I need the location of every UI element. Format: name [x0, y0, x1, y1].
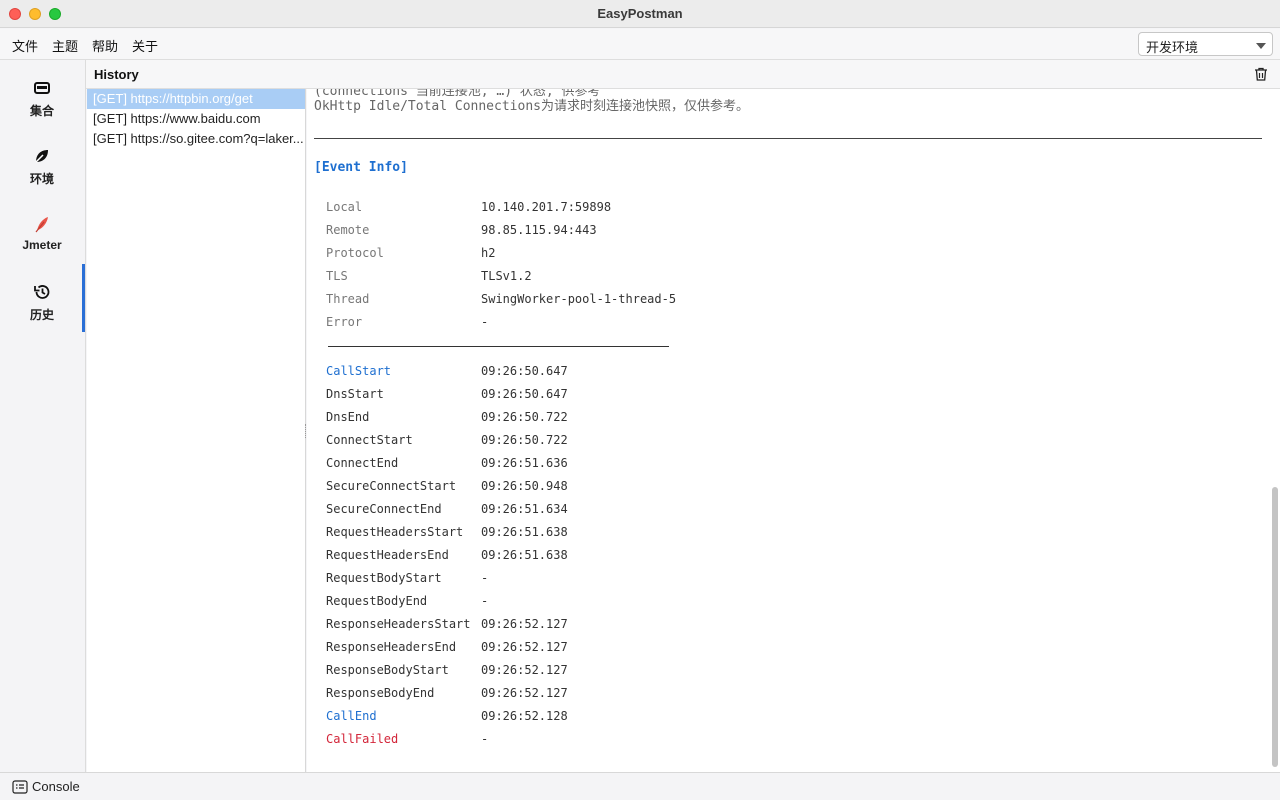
- info-row-value: h2: [481, 246, 496, 260]
- collection-icon: [34, 82, 50, 94]
- timing-row-label: RequestHeadersStart: [326, 525, 464, 539]
- sidebar-item-label: 集合: [29, 104, 54, 118]
- sidebar-item-jmeter[interactable]: Jmeter: [0, 204, 84, 266]
- list-item[interactable]: [GET] https://www.baidu.com: [87, 109, 305, 129]
- timing-row-value: 09:26:52.127: [481, 663, 568, 677]
- sidebar-item-collections[interactable]: 集合: [0, 68, 84, 130]
- timing-row-label: SecureConnectStart: [326, 479, 457, 493]
- timing-row-value: 09:26:52.128: [481, 709, 568, 723]
- sidebar-item-label: Jmeter: [22, 238, 62, 252]
- timing-row-label: SecureConnectEnd: [326, 502, 442, 516]
- info-row-value: 10.140.201.7:59898: [481, 200, 612, 214]
- timing-row-label: ResponseBodyStart: [326, 663, 449, 677]
- timing-row-label: RequestBodyStart: [326, 571, 442, 585]
- menu-help[interactable]: 帮助: [92, 36, 118, 55]
- history-header: History: [86, 60, 1280, 89]
- timing-row-label: ConnectStart: [326, 433, 413, 447]
- sidebar-item-label: 环境: [29, 172, 54, 186]
- info-row-label: Error: [326, 315, 363, 329]
- window-title: EasyPostman: [597, 6, 683, 21]
- list-item[interactable]: [GET] https://httpbin.org/get: [87, 89, 305, 109]
- info-row-value: -: [481, 315, 489, 329]
- timing-row-label: CallStart: [326, 364, 392, 378]
- timing-row-value: 09:26:50.948: [481, 479, 568, 493]
- timing-row-value: 09:26:52.127: [481, 640, 568, 654]
- info-row-label: Local: [326, 200, 363, 214]
- timing-row-label: DnsEnd: [326, 410, 370, 424]
- console-label: Console: [32, 779, 80, 794]
- sidebar-item-history[interactable]: 历史: [0, 272, 84, 334]
- info-row-label: TLS: [326, 269, 348, 283]
- timing-row-value: 09:26:50.722: [481, 433, 568, 447]
- timing-row-value: 09:26:51.638: [481, 525, 568, 539]
- leaf-icon: [35, 150, 48, 163]
- timing-row-value: 09:26:51.638: [481, 548, 568, 562]
- timing-row-value: 09:26:51.636: [481, 456, 568, 470]
- console-icon: [12, 780, 28, 794]
- timing-row-label: CallFailed: [326, 732, 399, 746]
- menu-file[interactable]: 文件: [12, 36, 38, 55]
- info-row-label: Protocol: [326, 246, 384, 260]
- timing-row-label: RequestBodyEnd: [326, 594, 428, 608]
- timing-row-value: -: [481, 571, 489, 585]
- timing-row-label: ResponseHeadersStart: [326, 617, 471, 631]
- timing-row-label: DnsStart: [326, 387, 384, 401]
- environment-select-value: 开发环境: [1146, 40, 1199, 55]
- timing-row-value: -: [481, 594, 489, 608]
- timing-row-value: -: [481, 732, 489, 746]
- info-row-value: TLSv1.2: [481, 269, 532, 283]
- section-title: [Event Info]: [314, 160, 408, 175]
- menu-about[interactable]: 关于: [132, 36, 158, 55]
- feather-icon: [35, 217, 48, 233]
- note-text: OkHttp Idle/Total Connections为请求时刻连接池快照，…: [314, 99, 749, 114]
- chevron-down-icon: [1256, 43, 1266, 49]
- menu-bar: 文件 主题 帮助 关于 开发环境: [0, 29, 1280, 60]
- timing-row-label: ResponseBodyEnd: [326, 686, 435, 700]
- list-item[interactable]: [GET] https://so.gitee.com?q=laker...: [87, 129, 305, 149]
- timing-row-value: 09:26:50.647: [481, 364, 568, 378]
- timing-row-value: 09:26:51.634: [481, 502, 568, 516]
- page-title: History: [94, 67, 139, 82]
- environment-select[interactable]: 开发环境: [1138, 32, 1273, 56]
- trash-icon[interactable]: [1253, 66, 1269, 82]
- timing-row-label: ConnectEnd: [326, 456, 399, 470]
- sidebar-item-environments[interactable]: 环境: [0, 136, 84, 198]
- timing-row-value: 09:26:52.127: [481, 686, 568, 700]
- sidebar: 集合 环境 Jmeter 历史: [0, 60, 86, 772]
- active-indicator: [82, 264, 85, 332]
- timing-row-label: ResponseHeadersEnd: [326, 640, 457, 654]
- scrollbar[interactable]: [1272, 487, 1278, 767]
- menu-theme[interactable]: 主题: [52, 36, 78, 55]
- history-icon: [34, 285, 50, 299]
- timing-row-label: CallEnd: [326, 709, 377, 723]
- timing-row-value: 09:26:50.722: [481, 410, 568, 424]
- info-row-value: 98.85.115.94:443: [481, 223, 597, 237]
- sidebar-item-label: 历史: [29, 308, 54, 322]
- title-bar: EasyPostman: [0, 0, 1280, 28]
- console-button[interactable]: Console: [12, 779, 80, 794]
- divider: [314, 138, 1262, 139]
- info-row-label: Thread: [326, 292, 370, 306]
- divider: [328, 346, 669, 347]
- status-bar: Console: [0, 772, 1280, 800]
- timing-row-value: 09:26:52.127: [481, 617, 568, 631]
- info-row-value: SwingWorker-pool-1-thread-5: [481, 292, 677, 306]
- history-list: [GET] https://httpbin.org/get [GET] http…: [87, 89, 306, 772]
- timing-row-label: RequestHeadersEnd: [326, 548, 449, 562]
- event-info-panel: (connections 当前连接池, …) 状态, 供参考 OkHttp Id…: [307, 89, 1280, 772]
- timing-row-value: 09:26:50.647: [481, 387, 568, 401]
- info-row-label: Remote: [326, 223, 370, 237]
